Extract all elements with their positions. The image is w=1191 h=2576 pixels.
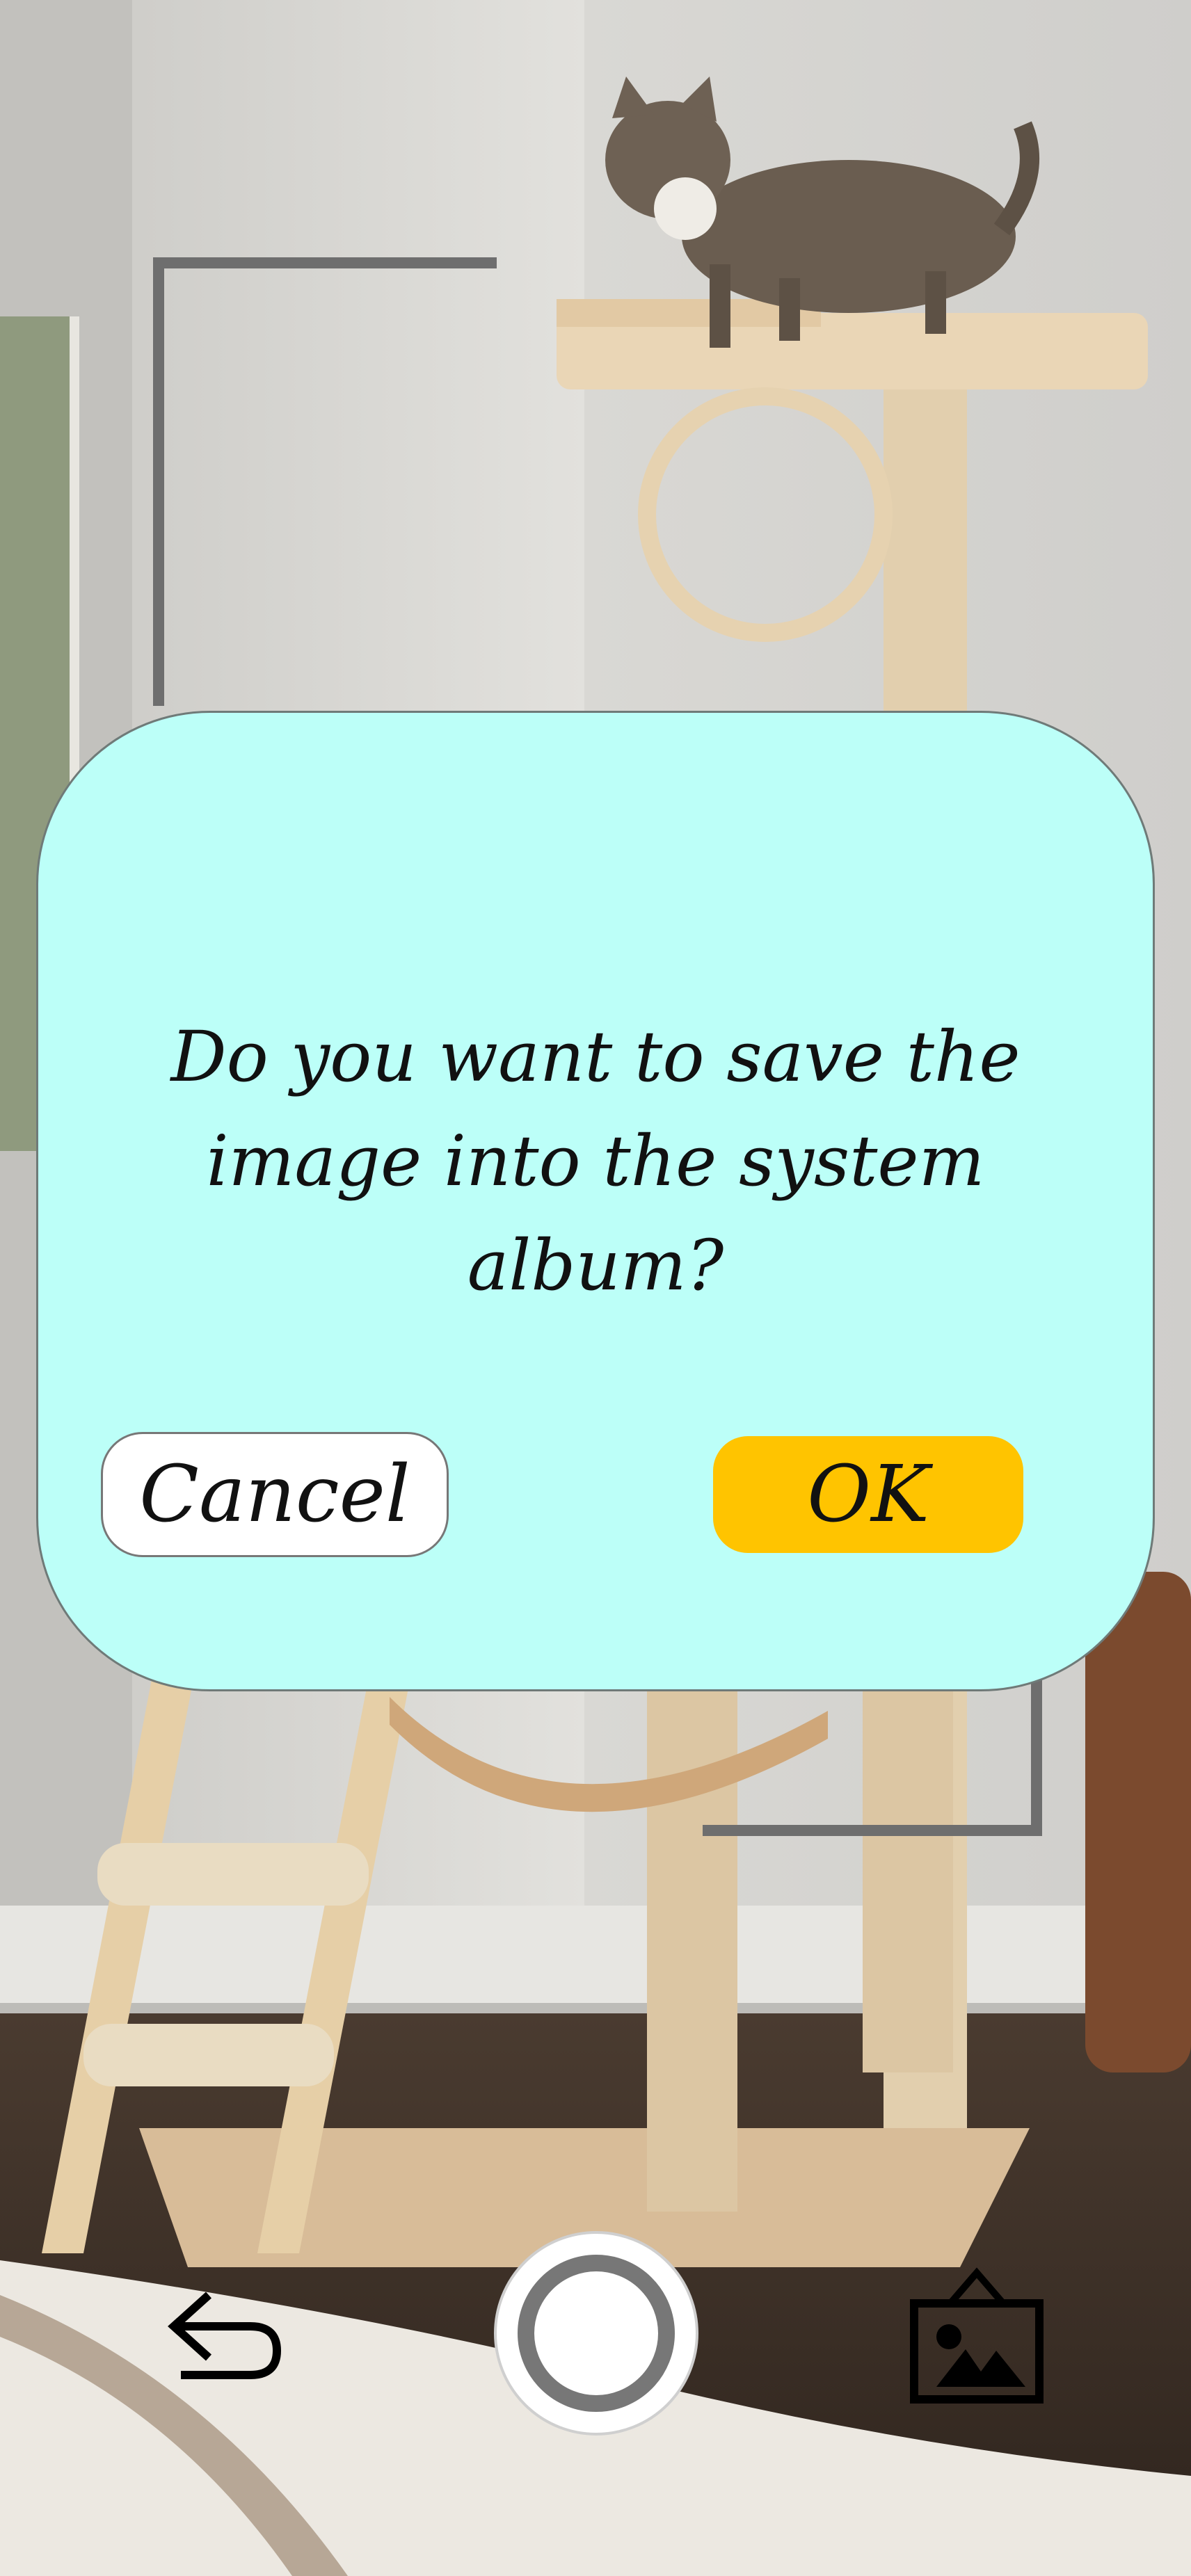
shutter-button[interactable]	[494, 2231, 698, 2436]
shutter-button-icon	[518, 2255, 675, 2412]
back-arrow-icon	[168, 2292, 282, 2379]
gallery-button[interactable]	[909, 2267, 1045, 2406]
ok-button[interactable]: OK	[713, 1436, 1023, 1553]
gallery-icon	[910, 2267, 1044, 2404]
cancel-button[interactable]: Cancel	[101, 1432, 449, 1557]
dialog-message: Do you want to save the image into the s…	[170, 1016, 1021, 1306]
save-image-dialog: Do you want to save the image into the s…	[36, 711, 1155, 1691]
back-button[interactable]	[160, 2274, 285, 2392]
